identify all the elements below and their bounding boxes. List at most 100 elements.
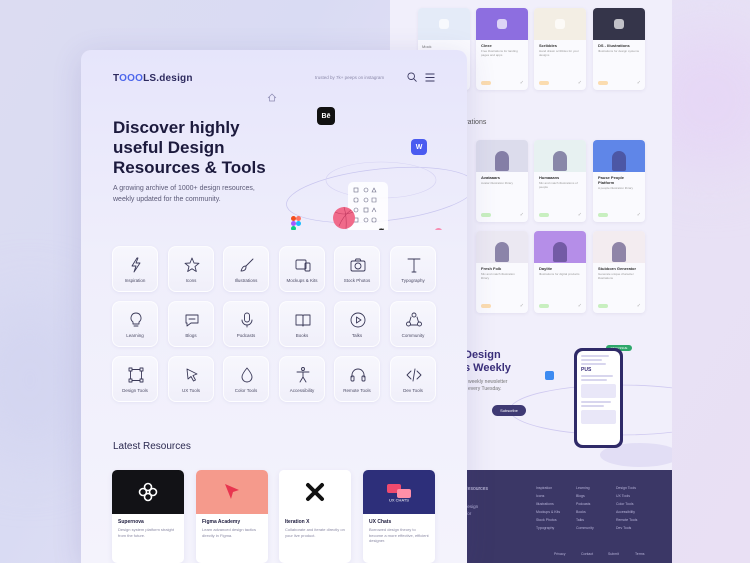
footer-link[interactable]: Typography [536,526,554,530]
back-card-desc: Illustrations for design systems [598,49,640,53]
footer-link[interactable]: Color Tools [616,502,633,506]
svg-text:𝓂: 𝓂 [378,227,385,230]
category-tile-podcasts[interactable]: Podcasts [223,301,269,347]
mail-app-icon [545,371,554,380]
phone-headline: PUS [581,367,592,373]
category-tile-inspiration[interactable]: Inspiration [112,246,158,292]
category-tile-color-tools[interactable]: Color Tools [223,356,269,402]
back-card-title: Fresh Folk [481,266,502,271]
back-illustration-card[interactable]: Fresh Folk Mix and match illustration lib… [476,231,528,313]
category-tile-books[interactable]: Books [279,301,325,347]
back-card-desc: A people illustration library [598,186,634,190]
resource-thumbnail [196,470,268,514]
back-card-desc: Hand drawn scribbles for your designs [539,49,579,57]
back-resource-card[interactable]: Clexe Free illustrations for landing page… [476,8,528,90]
category-label: Dev Tools [403,388,423,393]
footer-link[interactable]: Blogs [576,494,585,498]
category-tile-mockups-kits[interactable]: Mockups & Kits [279,246,325,292]
back-illustration-card[interactable]: Pause People Platform A people illustrati… [593,140,645,222]
category-label: Typography [401,278,425,283]
promo-title-line1: Design [464,349,501,361]
resource-card[interactable]: UX CHATS UX Chats Borrowed design theory t… [363,470,435,563]
trusted-by-text[interactable]: trusted by 7k+ peeps on instagram [315,75,384,80]
category-label: Blogs [185,333,197,338]
cursor-arrow-icon [225,484,239,499]
footer-bottom-link[interactable]: Terms [635,552,645,556]
category-tile-remote-tools[interactable]: Remote Tools [334,356,380,402]
vector-icon [128,367,144,383]
site-logo[interactable]: TOOOLS.design [113,73,193,84]
back-illustration-card[interactable]: Stubborn Generator Generate unique charac… [593,231,645,313]
category-tile-icons[interactable]: Icons [168,246,214,292]
person-illustration-icon [612,242,626,262]
back-card-title: Pause People Platform [598,175,625,185]
category-tile-accessibility[interactable]: Accessibility [279,356,325,402]
headset-icon [350,368,366,382]
category-tile-typography[interactable]: Typography [390,246,436,292]
back-illustration-card[interactable]: Humaaans Mix and match illustrations of p… [534,140,586,222]
footer-link[interactable]: Stock Photos [536,518,557,522]
person-illustration-icon [553,242,567,262]
footer-link[interactable]: Icons [536,494,544,498]
footer-link[interactable]: Community [576,526,594,530]
footer-link[interactable]: Accessibility [616,510,635,514]
accessibility-icon [296,367,310,383]
subscribe-button[interactable]: Subscribe [492,405,526,416]
back-card-desc: Avatar illustration library [481,181,513,185]
footer-link[interactable]: Inspiration [536,486,552,490]
footer-bottom-link[interactable]: Privacy [554,552,565,556]
footer-bottom-link[interactable]: Submit [608,552,619,556]
category-tile-dev-tools[interactable]: Dev Tools [390,356,436,402]
resource-thumbnail [279,470,351,514]
footer-link[interactable]: Dev Tools [616,526,631,530]
search-icon[interactable] [407,72,417,82]
hero-subtitle: A growing archive of 1000+ design resour… [113,185,255,203]
resource-card[interactable]: Iteration X Collaborate and iterate direc… [279,470,351,563]
resource-card[interactable]: Supernova Design system platform straight… [112,470,184,563]
hamburger-menu-icon[interactable] [425,73,435,82]
footer-link[interactable]: Talks [576,518,584,522]
category-tile-design-tools[interactable]: Design Tools [112,356,158,402]
back-card-title: Clexe [481,43,492,48]
back-resource-card[interactable]: DS - Illustrations Illustrations for desi… [593,8,645,90]
category-tile-learning[interactable]: Learning [112,301,158,347]
category-label: Podcasts [236,333,256,338]
type-icon [407,258,421,273]
back-resource-card[interactable]: Scribbles Hand drawn scribbles for your d… [534,8,586,90]
category-tile-ux-tools[interactable]: UX Tools [168,356,214,402]
iteration-x-logo-icon [306,483,324,501]
category-tile-blogs[interactable]: Blogs [168,301,214,347]
brush-icon [240,258,254,272]
resource-title: Figma Academy [202,519,241,525]
footer-link[interactable]: Books [576,510,586,514]
main-page: TOOOLS.design trusted by 7k+ peeps on in… [81,50,467,563]
person-illustration-icon [495,242,509,262]
footer-link[interactable]: Podcasts [576,502,590,506]
footer-bottom-link[interactable]: Contact [581,552,593,556]
resource-thumbnail [112,470,184,514]
resource-description: Borrowed design theory to become a more … [369,527,429,543]
play-icon [350,312,366,328]
category-tile-community[interactable]: Community [390,301,436,347]
footer-link[interactable]: Design Tools [616,486,636,490]
resource-description: Design system platform straight from the… [118,527,175,538]
back-illustration-card[interactable]: Avataaars Avatar illustration library ✓ [476,140,528,222]
hero-title: Discover highly useful Design Resources … [113,118,266,177]
resource-description: Learn advanced design tactics directly i… [202,527,257,538]
footer-link[interactable]: Mockups & Kits [536,510,560,514]
footer-link[interactable]: Learning [576,486,590,490]
shape-icon [497,19,507,29]
back-illustration-card[interactable]: Daylite Illustrations for digital product… [534,231,586,313]
category-tile-talks[interactable]: Talks [334,301,380,347]
resource-card[interactable]: Figma Academy Learn advanced design tacti… [196,470,268,563]
back-card-desc: Generate unique character illustrations [598,272,634,280]
footer-link[interactable]: Remote Tools [616,518,637,522]
category-tile-illustrations[interactable]: Illustrations [223,246,269,292]
footer-link[interactable]: UX Tools [616,494,630,498]
category-label: Stock Photos [343,278,371,283]
chat-bubbles-icon: UX CHATS [387,484,411,503]
back-card-title: Daylite [539,266,553,271]
footer-link[interactable]: Illustrations [536,502,554,506]
category-tile-stock-photos[interactable]: Stock Photos [334,246,380,292]
category-label: Icons [185,278,197,283]
